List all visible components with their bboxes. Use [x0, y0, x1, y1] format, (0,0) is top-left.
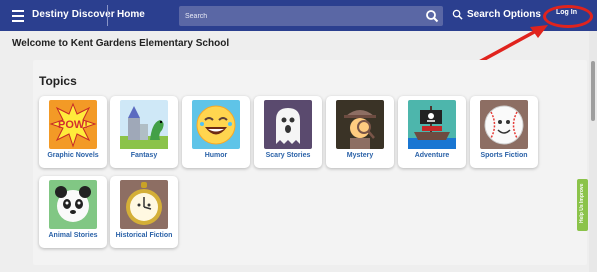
topic-label: Historical Fiction: [115, 232, 173, 239]
topic-label: Graphic Novels: [47, 152, 99, 159]
pocket-watch-icon: [120, 180, 168, 229]
topic-card-humor[interactable]: Humor: [182, 96, 250, 168]
scrollbar-thumb[interactable]: [591, 61, 595, 121]
baseball-icon: [480, 100, 528, 149]
detective-icon: [336, 100, 384, 149]
castle-dragon-icon: [120, 100, 168, 149]
panda-icon: [49, 180, 97, 229]
help-tab-label: Help Us Improve: [579, 183, 585, 223]
topic-card-graphic-novels[interactable]: POW! Graphic Novels: [39, 96, 107, 168]
topic-card-animal-stories[interactable]: Animal Stories: [39, 176, 107, 248]
help-us-improve-tab[interactable]: Help Us Improve: [577, 179, 588, 231]
topic-card-fantasy[interactable]: Fantasy: [110, 96, 178, 168]
welcome-message: Welcome to Kent Gardens Elementary Schoo…: [12, 38, 230, 49]
topics-heading: Topics: [39, 74, 77, 88]
topic-label: Mystery: [346, 152, 374, 159]
topic-card-mystery[interactable]: Mystery: [326, 96, 394, 168]
topic-card-sports-fiction[interactable]: Sports Fiction: [470, 96, 538, 168]
topic-label: Sports Fiction: [480, 152, 528, 159]
svg-text:POW!: POW!: [58, 119, 88, 131]
topic-card-adventure[interactable]: Adventure: [398, 96, 466, 168]
topic-label: Humor: [204, 152, 228, 159]
pirate-ship-icon: [408, 100, 456, 149]
topic-label: Scary Stories: [265, 152, 311, 159]
topic-label: Adventure: [414, 152, 450, 159]
laughing-face-icon: [192, 100, 240, 149]
topic-label: Animal Stories: [48, 232, 98, 239]
pow-comic-icon: POW!: [49, 100, 97, 149]
topic-label: Fantasy: [130, 152, 158, 159]
ghost-icon: [264, 100, 312, 149]
page-scrollbar[interactable]: [589, 31, 597, 272]
topic-card-scary-stories[interactable]: Scary Stories: [254, 96, 322, 168]
topic-card-historical-fiction[interactable]: Historical Fiction: [110, 176, 178, 248]
